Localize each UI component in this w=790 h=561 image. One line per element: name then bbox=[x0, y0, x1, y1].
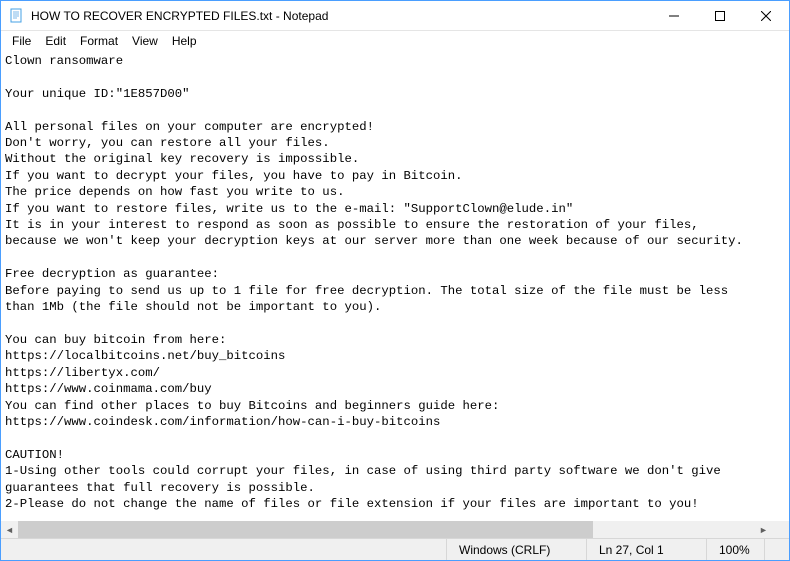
editor-area: Clown ransomware Your unique ID:"1E857D0… bbox=[1, 51, 789, 521]
minimize-button[interactable] bbox=[651, 1, 697, 31]
scroll-thumb[interactable] bbox=[18, 521, 593, 538]
statusbar: Windows (CRLF) Ln 27, Col 1 100% bbox=[1, 538, 789, 560]
notepad-icon bbox=[9, 8, 25, 24]
menu-help[interactable]: Help bbox=[165, 32, 204, 50]
close-icon bbox=[761, 11, 771, 21]
scroll-track[interactable] bbox=[18, 521, 755, 538]
menu-file[interactable]: File bbox=[5, 32, 38, 50]
text-editor[interactable]: Clown ransomware Your unique ID:"1E857D0… bbox=[1, 51, 789, 521]
status-encoding: Windows (CRLF) bbox=[446, 539, 586, 560]
status-zoom: 100% bbox=[706, 539, 764, 560]
horizontal-scrollbar[interactable]: ◄ ► bbox=[1, 521, 772, 538]
window-controls bbox=[651, 1, 789, 30]
status-extra bbox=[764, 539, 789, 560]
minimize-icon bbox=[669, 11, 679, 21]
menubar: File Edit Format View Help bbox=[1, 31, 789, 51]
scroll-left-arrow-icon[interactable]: ◄ bbox=[1, 521, 18, 538]
menu-format[interactable]: Format bbox=[73, 32, 125, 50]
scroll-corner bbox=[772, 521, 789, 538]
menu-view[interactable]: View bbox=[125, 32, 165, 50]
maximize-icon bbox=[715, 11, 725, 21]
close-button[interactable] bbox=[743, 1, 789, 31]
status-position: Ln 27, Col 1 bbox=[586, 539, 706, 560]
titlebar: HOW TO RECOVER ENCRYPTED FILES.txt - Not… bbox=[1, 1, 789, 31]
maximize-button[interactable] bbox=[697, 1, 743, 31]
menu-edit[interactable]: Edit bbox=[38, 32, 73, 50]
window-title: HOW TO RECOVER ENCRYPTED FILES.txt - Not… bbox=[31, 9, 651, 23]
scroll-right-arrow-icon[interactable]: ► bbox=[755, 521, 772, 538]
